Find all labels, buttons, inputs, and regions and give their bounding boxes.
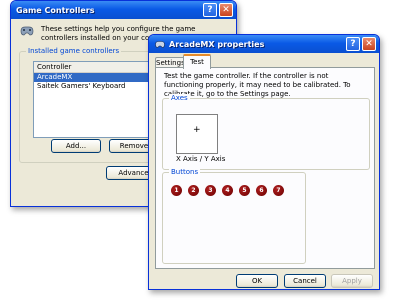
help-icon[interactable]: ? xyxy=(203,3,217,17)
help-icon[interactable]: ? xyxy=(346,37,360,51)
game-controllers-titlebar[interactable]: Game Controllers ? ✕ xyxy=(11,1,236,19)
arcademx-titlebar[interactable]: ArcadeMX properties ? ✕ xyxy=(149,35,379,53)
test-tab-panel: Test the game controller. If the control… xyxy=(155,67,375,269)
window-title: Game Controllers xyxy=(16,5,95,15)
buttons-group: Buttons xyxy=(162,168,306,264)
button-indicator: 5 xyxy=(239,185,250,196)
arcademx-properties-window: ArcadeMX properties ? ✕ Settings Test Te… xyxy=(148,34,380,290)
add-button[interactable]: Add... xyxy=(51,139,101,153)
apply-button[interactable]: Apply xyxy=(331,274,373,288)
buttons-label: Buttons xyxy=(169,168,201,176)
button-indicator: 1 xyxy=(171,185,182,196)
button-indicator: 6 xyxy=(256,185,267,196)
axes-box: + xyxy=(176,114,218,154)
axes-label: Axes xyxy=(169,94,190,102)
instructions-text: Test the game controller. If the control… xyxy=(164,72,351,98)
button-indicator: 2 xyxy=(188,185,199,196)
button-indicator: 3 xyxy=(205,185,216,196)
close-icon[interactable]: ✕ xyxy=(219,3,233,17)
button-indicator: 7 xyxy=(273,185,284,196)
crosshair-icon: + xyxy=(193,125,201,135)
button-indicator: 4 xyxy=(222,185,233,196)
tab-test[interactable]: Test xyxy=(183,54,211,69)
window-title: ArcadeMX properties xyxy=(169,39,265,49)
axes-caption: X Axis / Y Axis xyxy=(176,155,226,163)
close-icon[interactable]: ✕ xyxy=(362,37,376,51)
ok-button[interactable]: OK xyxy=(236,274,278,288)
gamepad-icon xyxy=(154,40,166,49)
cancel-button[interactable]: Cancel xyxy=(284,274,326,288)
installed-controllers-label: Installed game controllers xyxy=(26,47,122,55)
gamepad-icon xyxy=(19,25,35,37)
